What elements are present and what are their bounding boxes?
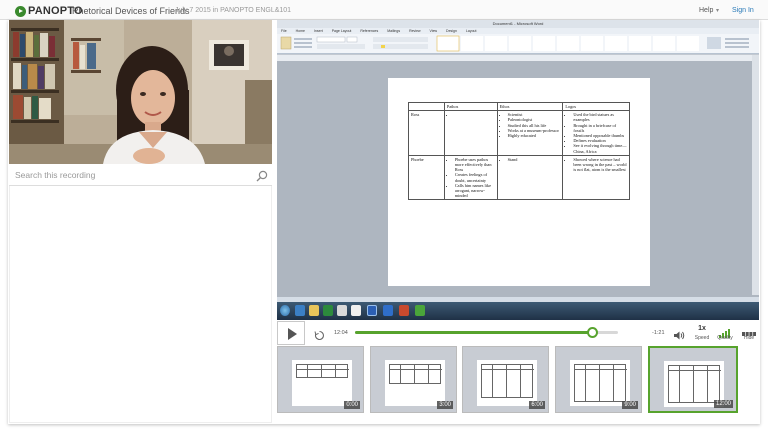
thumbnail-item[interactable]: 9:00 [555, 346, 642, 413]
logos-cell: Showed where science had been wrong in t… [562, 154, 630, 201]
thumbnail-time: 6:00 [529, 401, 545, 409]
panopto-taskbar-icon [415, 305, 425, 316]
search-results-panel [9, 186, 272, 423]
table-header-cell: Logos [562, 101, 630, 112]
bullet-item: Phoebe uses pathos more effectively than… [455, 157, 495, 173]
help-menu-button[interactable]: Help [699, 7, 713, 14]
table-header-row: Pathos Ethos Logos [408, 101, 630, 112]
bullet-item: Used the bird statues as examples [573, 112, 627, 122]
play-icon [288, 328, 297, 340]
search-icon[interactable] [256, 169, 268, 187]
thumbnail-table-preview [574, 364, 627, 402]
bullet-item: Highly educated [508, 133, 561, 138]
sign-in-link[interactable]: Sign In [732, 7, 754, 14]
bullet-item: Stand [508, 157, 561, 162]
play-logo-icon [15, 5, 26, 17]
thumbnail-time: 9:00 [622, 401, 638, 409]
progress-knob[interactable] [586, 327, 598, 338]
thumbnail-time: 3:00 [437, 401, 453, 409]
webcam-frame-image [9, 20, 272, 164]
table-header-cell [408, 101, 445, 112]
thumbnail-item[interactable]: 6:00 [462, 346, 549, 413]
current-time: 12:04 [334, 330, 348, 336]
panopto-viewer: PANOPTO Rhetorical Devices of Friends Ju… [0, 0, 768, 440]
thumbnail-time: 0:00 [344, 401, 360, 409]
shield-taskbar-icon [351, 305, 361, 316]
logos-cell: Used the bird statues as examples Brough… [562, 110, 630, 156]
hide-label: Hide [743, 335, 755, 341]
media-taskbar-icon [323, 305, 333, 316]
chevron-down-icon: ▾ [716, 8, 720, 14]
screen-capture-video[interactable]: Document1 - Microsoft Word File Home Ins… [277, 20, 759, 320]
folder-taskbar-icon [309, 305, 319, 316]
thumbnail-item-active[interactable]: 12:00 [648, 346, 738, 413]
powerpoint-taskbar-icon [399, 305, 409, 316]
chrome-taskbar-icon [337, 305, 347, 316]
ie-taskbar-icon [295, 305, 305, 316]
thumbnail-preview [570, 360, 630, 406]
remaining-time: -1:21 [652, 330, 665, 336]
windows-taskbar [277, 302, 759, 320]
bullet-item [455, 112, 495, 117]
search-input[interactable] [15, 168, 245, 182]
thumbnail-preview [385, 360, 445, 406]
word-vertical-scrollbar [752, 55, 759, 295]
webcam-video[interactable] [9, 20, 272, 164]
bullet-item: Brought in a briefcase of fossils [573, 123, 627, 133]
rhetoric-table: Pathos Ethos Logos Ross Scientist Paleon… [408, 101, 630, 201]
speed-label: Speed [694, 335, 710, 341]
word-window-title: Document1 - Microsoft Word [277, 20, 759, 28]
word-ribbon [277, 34, 759, 54]
pathos-cell: Phoebe uses pathos more effectively than… [443, 154, 498, 201]
ethos-cell: Stand [496, 154, 564, 201]
thumbnail-table-preview [389, 364, 442, 384]
thumbnail-preview [477, 360, 537, 406]
bullet-item: Calls him names like arrogant, narrow-mi… [455, 183, 495, 199]
thumbnail-preview [292, 360, 352, 406]
windows-start-icon [280, 305, 290, 316]
table-header-cell: Pathos [443, 101, 498, 112]
quality-label: Quality [717, 335, 733, 341]
thumbnail-table-preview [296, 364, 349, 378]
speed-value[interactable]: 1x [694, 325, 710, 332]
volume-icon[interactable] [673, 328, 685, 346]
thumbnail-strip: 0:00 3:00 6:00 9:00 12:00 [277, 346, 759, 414]
word-taskbar-icon [367, 305, 377, 316]
table-header-cell: Ethos [496, 101, 564, 112]
thumbnail-table-preview [481, 364, 534, 398]
ribbon-controls-graphic [280, 35, 749, 52]
top-header: PANOPTO Rhetorical Devices of Friends Ju… [0, 0, 768, 20]
bullet-item: See it evolving through time—China, Afri… [573, 143, 627, 153]
progress-fill [355, 331, 592, 334]
ethos-cell: Scientist Paleontologist Studied this al… [496, 110, 564, 156]
thumbnail-table-preview [668, 365, 721, 403]
thumbnail-item[interactable]: 3:00 [370, 346, 457, 413]
clock-tray [727, 305, 753, 316]
bullet-item: Showed where science had been wrong in t… [573, 157, 627, 173]
player-controls: 12:04 -1:21 1x Speed Quality Hide [277, 320, 759, 346]
bullet-item: Creates feelings of doubt, uncertainty [455, 172, 495, 182]
row-name-cell: Ross [408, 110, 445, 156]
play-button[interactable] [277, 321, 305, 345]
search-bar [9, 164, 272, 186]
table-row: Ross Scientist Paleontologist Studied th… [408, 110, 630, 156]
progress-track[interactable] [355, 327, 618, 338]
outlook-taskbar-icon [383, 305, 393, 316]
session-title: Rhetorical Devices of Friends [72, 6, 190, 16]
word-page: Pathos Ethos Logos Ross Scientist Paleon… [388, 78, 650, 286]
row-name-cell: Phoebe [408, 154, 445, 201]
pathos-cell [443, 110, 498, 156]
rewind-10-icon[interactable] [314, 328, 325, 346]
thumbnail-item[interactable]: 0:00 [277, 346, 364, 413]
session-subtitle: July 7 2015 in PANOPTO ENGL&101 [175, 7, 292, 14]
table-row: Phoebe Phoebe uses pathos more effective… [408, 154, 630, 201]
thumbnail-time: 12:00 [713, 400, 733, 408]
